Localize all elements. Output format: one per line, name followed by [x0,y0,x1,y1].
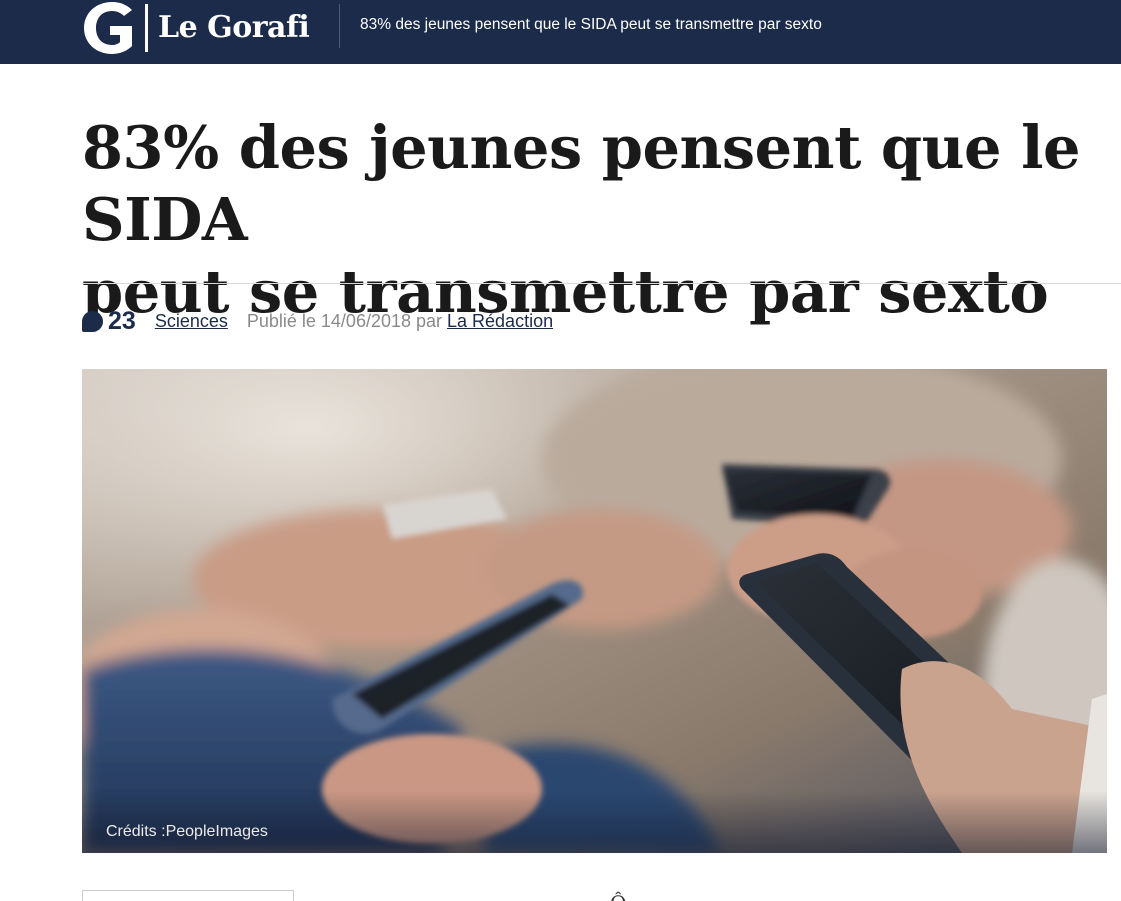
article-body-start: Ô [610,893,626,901]
comment-bubble-icon[interactable] [82,310,103,332]
logo-separator [145,4,148,52]
gorafi-g-logo-icon[interactable] [82,2,136,54]
article-title-line-1: 83% des jeunes pensent que le SIDA [82,113,1081,254]
image-credit: Crédits :PeopleImages [106,823,268,840]
comment-count[interactable]: 23 [108,307,136,336]
author-link[interactable]: La Rédaction [447,311,553,332]
header-article-title[interactable]: 83% des jeunes pensent que le SIDA peut … [360,14,822,36]
category-link[interactable]: Sciences [155,311,228,332]
article-hero-image: Crédits :PeopleImages [82,369,1107,853]
published-date: Publié le 14/06/2018 par [246,310,443,331]
title-divider [82,283,1121,284]
site-header: Le Gorafi 83% des jeunes pensent que le … [0,0,1121,64]
sidebar-box [82,890,294,901]
article-meta: 23 Sciences Publié le 14/06/2018 par La … [82,304,553,338]
article-title: 83% des jeunes pensent que le SIDA peut … [82,112,1121,328]
site-logo-text[interactable]: Le Gorafi [158,10,310,46]
header-divider [339,4,340,48]
hands-with-smartphones-photo [82,369,1107,853]
